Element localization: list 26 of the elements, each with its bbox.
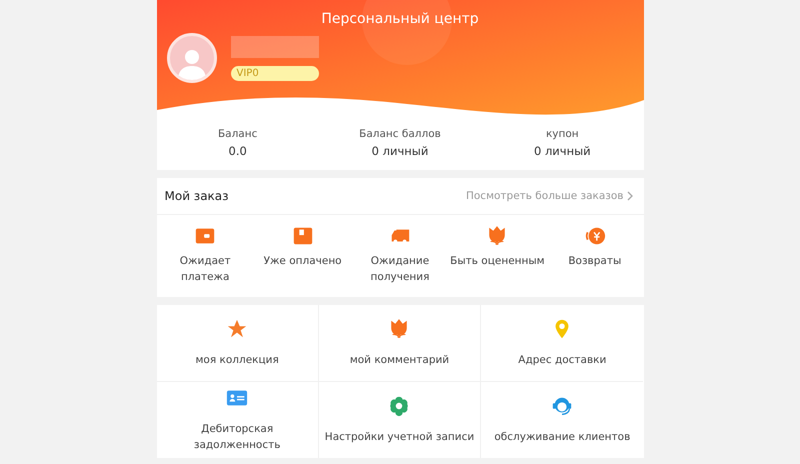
refund-coin-icon [584, 225, 606, 247]
star-icon [226, 318, 248, 340]
page-title: Персональный центр [321, 11, 479, 27]
stat-value: 0 личный [534, 144, 591, 158]
service-label[interactable]: Дебиторская задолженность [156, 421, 318, 453]
order-status-label[interactable]: Возвраты [568, 253, 622, 269]
box-icon [292, 225, 314, 247]
service-label[interactable]: Настройки учетной записи [324, 429, 474, 445]
flower-gear-icon [388, 395, 410, 417]
headset-agent-icon [551, 395, 574, 417]
order-status-label[interactable]: Ожидание получения [360, 253, 440, 285]
section-title: Мой заказ [164, 189, 229, 203]
stat-value: 0.0 [228, 144, 247, 158]
stat-label: Баланс [218, 128, 258, 140]
order-status-label[interactable]: Ожидает платежа [156, 253, 254, 285]
service-label[interactable]: моя коллекция [196, 352, 279, 368]
service-label[interactable]: обслуживание клиентов [494, 429, 630, 445]
stat-label: купон [546, 128, 579, 140]
service-label[interactable]: Адрес доставки [518, 352, 606, 368]
stat-value: 0 личный [372, 144, 428, 158]
order-status-label[interactable]: Уже оплачено [264, 253, 342, 269]
vip-badge: VIP0 [230, 66, 318, 80]
chevron-right-icon [626, 191, 634, 201]
order-status-label[interactable]: Быть оцененным [450, 253, 545, 269]
service-label[interactable]: мой комментарий [350, 352, 450, 368]
stat-label: Баланс баллов [359, 128, 441, 140]
